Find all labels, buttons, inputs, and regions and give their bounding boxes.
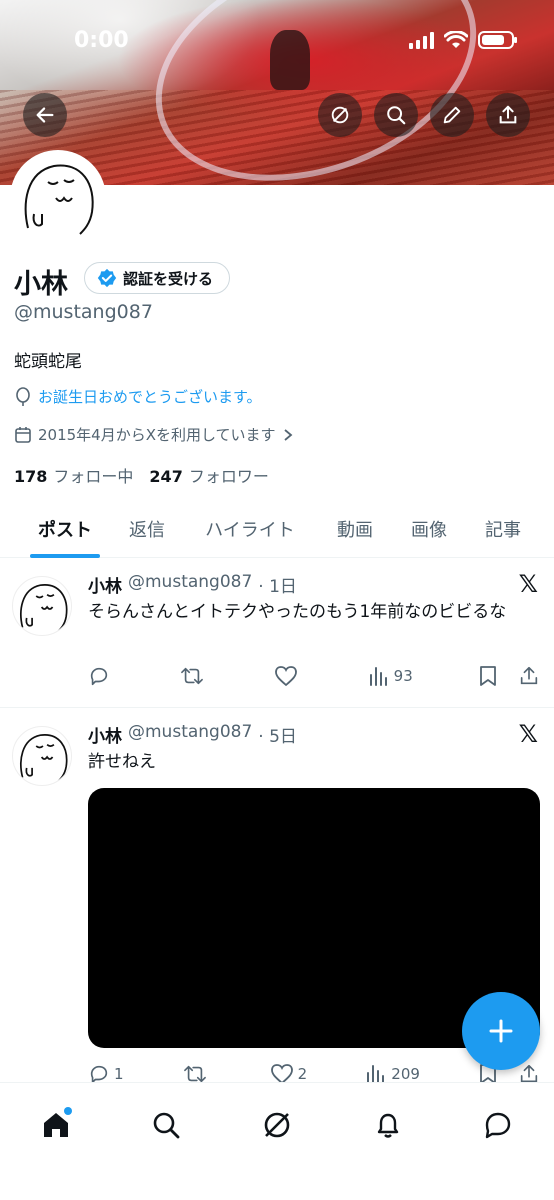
nav-search[interactable] bbox=[144, 1103, 188, 1147]
joined-text: 2015年4月からXを利用しています bbox=[38, 426, 276, 444]
nav-notifications[interactable] bbox=[366, 1103, 410, 1147]
tab-videos[interactable]: 動画 bbox=[332, 500, 378, 558]
status-time: 0:00 bbox=[74, 28, 129, 53]
profile-tabs: ポスト 返信 ハイライト 動画 画像 記事 bbox=[0, 500, 554, 558]
tab-articles[interactable]: 記事 bbox=[480, 500, 526, 558]
follow-stats: 178 フォロー中 247 フォロワー bbox=[14, 463, 269, 487]
status-icons bbox=[409, 31, 517, 49]
followers-label: フォロワー bbox=[188, 467, 269, 486]
get-verified-button[interactable]: 認証を受ける bbox=[84, 262, 231, 294]
post-avatar[interactable] bbox=[12, 726, 72, 786]
battery-icon bbox=[478, 31, 517, 49]
verified-badge-icon bbox=[97, 268, 117, 288]
bookmark-icon[interactable] bbox=[478, 665, 498, 687]
bottom-navigation bbox=[0, 1082, 554, 1200]
views-count: 209 bbox=[391, 1065, 420, 1083]
post-header: 小林 @mustang087 · 1日 bbox=[88, 572, 297, 597]
messages-icon bbox=[485, 1112, 511, 1139]
post-actions-right bbox=[478, 665, 540, 687]
post-author-name[interactable]: 小林 bbox=[88, 722, 122, 747]
nav-messages[interactable] bbox=[476, 1103, 520, 1147]
back-button[interactable] bbox=[23, 93, 67, 137]
like-icon bbox=[275, 666, 298, 687]
post-text: 許せねえ bbox=[88, 752, 156, 772]
ghost-avatar-image bbox=[20, 734, 68, 783]
status-bar: 0:00 bbox=[0, 28, 554, 58]
post-item[interactable]: 小林 @mustang087 · 1日 𝕏 そらんさんとイトテクやったのもう1年… bbox=[0, 558, 554, 708]
signal-icon bbox=[409, 31, 434, 49]
joined-line[interactable]: 2015年4月からXを利用しています bbox=[14, 424, 294, 445]
back-arrow-icon bbox=[36, 107, 54, 123]
reply-icon bbox=[90, 667, 108, 686]
birthday-line: お誕生日おめでとうございます。 bbox=[14, 386, 262, 407]
repost-button[interactable] bbox=[179, 665, 209, 687]
post-avatar[interactable] bbox=[12, 576, 72, 636]
following-count: 178 bbox=[14, 467, 48, 486]
following-label: フォロー中 bbox=[53, 467, 134, 486]
get-verified-label: 認証を受ける bbox=[123, 269, 214, 288]
repost-icon bbox=[181, 667, 204, 685]
search-button[interactable] bbox=[374, 93, 418, 137]
wifi-icon bbox=[444, 31, 468, 48]
compose-post-button[interactable] bbox=[462, 992, 540, 1070]
views-button[interactable]: 93 bbox=[368, 665, 413, 687]
share-icon bbox=[499, 105, 517, 124]
balloon-icon bbox=[16, 386, 30, 406]
search-icon bbox=[387, 106, 406, 125]
post-author-handle[interactable]: @mustang087 bbox=[128, 722, 252, 747]
followers-count: 247 bbox=[149, 467, 183, 486]
nav-grok[interactable] bbox=[255, 1103, 299, 1147]
followers-link[interactable]: 247 フォロワー bbox=[149, 463, 268, 487]
chevron-right-icon bbox=[283, 428, 292, 441]
post-actions: 93 bbox=[88, 662, 540, 690]
birthday-text[interactable]: お誕生日おめでとうございます。 bbox=[38, 386, 262, 407]
ghost-avatar-image bbox=[20, 584, 68, 633]
tab-highlights[interactable]: ハイライト bbox=[198, 500, 302, 558]
profile-avatar[interactable] bbox=[10, 150, 106, 246]
tab-images[interactable]: 画像 bbox=[406, 500, 452, 558]
tab-posts[interactable]: ポスト bbox=[30, 500, 100, 558]
post-author-name[interactable]: 小林 bbox=[88, 572, 122, 597]
post-author-handle[interactable]: @mustang087 bbox=[128, 572, 252, 597]
post-time[interactable]: · 1日 bbox=[258, 572, 297, 597]
profile-name: 小林 bbox=[14, 269, 68, 300]
profile-handle: @mustang087 bbox=[14, 301, 153, 323]
bell-icon bbox=[377, 1113, 399, 1138]
grok-button[interactable] bbox=[318, 93, 362, 137]
views-icon bbox=[369, 667, 387, 686]
views-count: 93 bbox=[393, 667, 413, 685]
notification-dot bbox=[64, 1107, 72, 1115]
x-logo-icon: 𝕏 bbox=[518, 570, 538, 598]
tab-replies[interactable]: 返信 bbox=[124, 500, 170, 558]
post-time[interactable]: · 5日 bbox=[258, 722, 297, 747]
ghost-avatar-image bbox=[24, 164, 94, 235]
like-count: 2 bbox=[297, 1065, 308, 1083]
search-icon bbox=[153, 1112, 180, 1139]
grok-icon bbox=[264, 1112, 290, 1138]
post-text: そらんさんとイトテクやったのもう1年前なのビビるな bbox=[88, 602, 507, 622]
edit-icon bbox=[443, 106, 461, 124]
plus-icon bbox=[489, 1019, 513, 1043]
reply-button[interactable] bbox=[88, 665, 114, 687]
share-button[interactable] bbox=[486, 93, 530, 137]
nav-home[interactable] bbox=[34, 1103, 78, 1147]
grok-icon bbox=[331, 106, 349, 124]
calendar-icon bbox=[15, 426, 31, 443]
edit-button[interactable] bbox=[430, 93, 474, 137]
like-button[interactable] bbox=[274, 665, 302, 687]
post-header: 小林 @mustang087 · 5日 bbox=[88, 722, 297, 747]
following-link[interactable]: 178 フォロー中 bbox=[14, 463, 133, 487]
x-logo-icon: 𝕏 bbox=[518, 720, 538, 748]
profile-bio: 蛇頭蛇尾 bbox=[14, 352, 82, 372]
share-icon[interactable] bbox=[518, 665, 540, 687]
reply-count: 1 bbox=[114, 1065, 124, 1083]
